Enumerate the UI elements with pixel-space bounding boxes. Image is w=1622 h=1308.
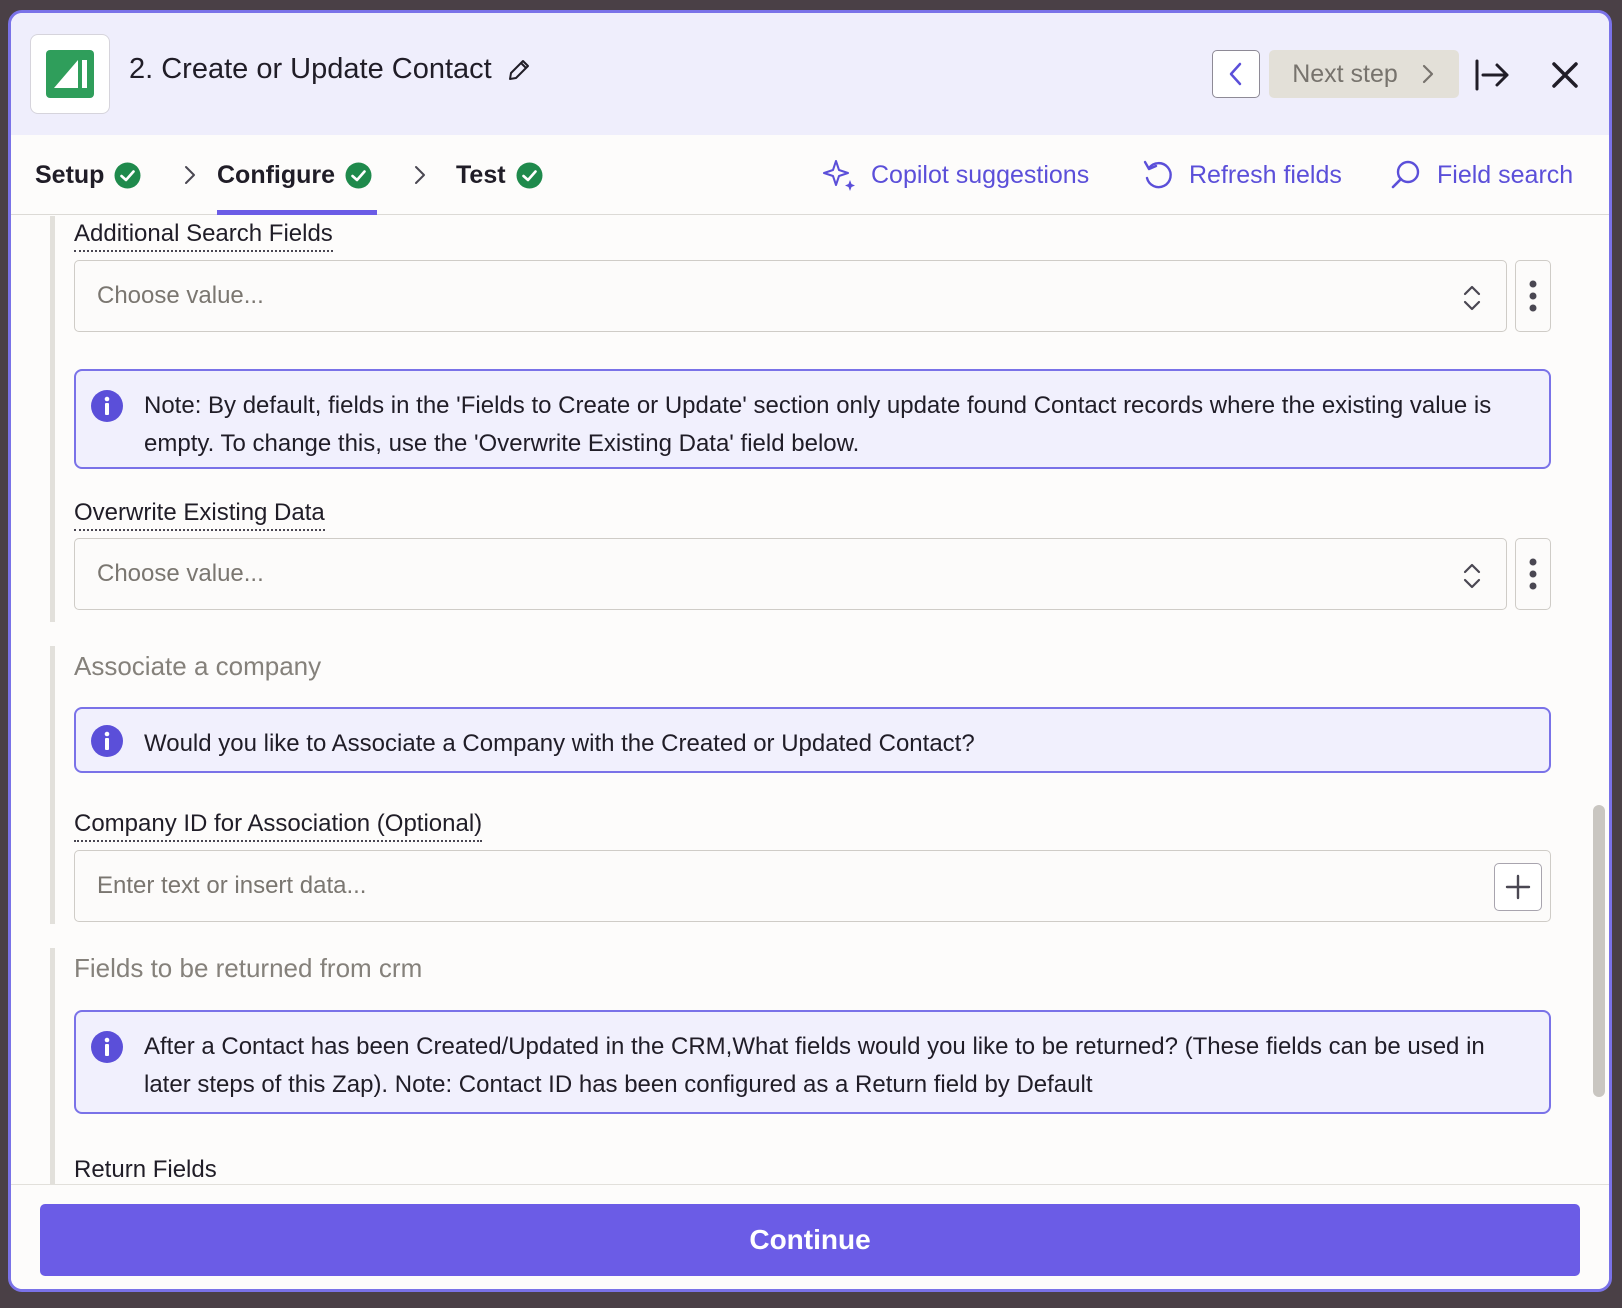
step-editor-panel: 2. Create or Update Contact Next step Se… [8,10,1612,1292]
check-circle-icon [345,162,372,188]
check-circle-icon [516,162,543,188]
overwrite-note-box: Note: By default, fields in the 'Fields … [74,369,1551,469]
step-title[interactable]: 2. Create or Update Contact [129,53,492,86]
insert-data-button[interactable] [1494,863,1542,911]
group-divider [50,948,55,1184]
search-icon [1391,160,1420,189]
tab-test[interactable]: Test [456,135,543,215]
scrollbar-thumb[interactable] [1593,805,1605,1097]
tab-setup[interactable]: Setup [35,135,141,215]
info-icon [91,1031,123,1063]
field-options-button[interactable] [1515,538,1551,610]
refresh-fields-button[interactable]: Refresh fields [1141,135,1342,215]
app-logo [30,34,110,114]
step-tabs: Setup Configure Test Copilot suggestions… [11,135,1609,215]
chevron-up-down-icon [1463,563,1481,589]
chevron-right-icon [185,166,195,184]
copilot-suggestions-button[interactable]: Copilot suggestions [823,135,1089,215]
form-content: Additional Search Fields Choose value...… [11,216,1609,1184]
continue-button[interactable]: Continue [40,1204,1580,1276]
app-logo-icon [46,50,94,98]
overwrite-existing-data-label: Overwrite Existing Data [74,499,325,531]
footer: Continue [11,1184,1609,1289]
associate-company-section-title: Associate a company [74,651,322,681]
step-header: 2. Create or Update Contact Next step [11,13,1609,135]
company-id-input[interactable]: Enter text or insert data... [74,850,1551,922]
copilot-label: Copilot suggestions [871,160,1090,189]
associate-company-note-text: Would you like to Associate a Company wi… [144,730,975,757]
field-options-button[interactable] [1515,260,1551,332]
title-area: 2. Create or Update Contact [129,53,532,86]
select-placeholder: Choose value... [97,560,264,587]
info-icon [91,390,123,422]
tab-label: Setup [35,160,105,189]
previous-step-button[interactable] [1212,50,1260,98]
collapse-panel-icon[interactable] [1473,58,1513,92]
input-placeholder: Enter text or insert data... [97,872,367,899]
info-icon [91,725,123,757]
returned-fields-note-box: After a Contact has been Created/Updated… [74,1010,1551,1114]
group-divider [50,216,55,622]
tab-configure[interactable]: Configure [217,135,377,215]
plus-icon [1505,874,1531,900]
overwrite-note-text: Note: By default, fields in the 'Fields … [144,392,1492,457]
kebab-menu-icon [1529,280,1537,312]
field-search-label: Field search [1437,160,1574,189]
company-id-label: Company ID for Association (Optional) [74,810,483,842]
return-fields-label: Return Fields [74,1156,217,1184]
kebab-menu-icon [1529,558,1537,590]
pencil-icon[interactable] [506,57,532,83]
check-circle-icon [114,162,141,188]
group-divider [50,646,55,924]
sparkle-icon [823,160,855,191]
next-step-label: Next step [1292,59,1398,88]
chevron-left-icon [1229,62,1242,86]
returned-fields-section-title: Fields to be returned from crm [74,953,423,983]
returned-fields-note-text: After a Contact has been Created/Updated… [144,1033,1485,1098]
next-step-button[interactable]: Next step [1269,50,1459,98]
chevron-right-icon [415,166,425,184]
chevron-up-down-icon [1463,285,1481,311]
chevron-right-icon [1422,64,1433,84]
associate-company-note-box: Would you like to Associate a Company wi… [74,707,1551,773]
refresh-icon [1143,160,1172,189]
close-icon[interactable] [1548,58,1582,92]
tab-label: Configure [217,160,336,189]
additional-search-fields-label: Additional Search Fields [74,220,333,252]
refresh-label: Refresh fields [1189,160,1342,189]
tab-label: Test [456,160,506,189]
select-placeholder: Choose value... [97,282,264,309]
field-search-button[interactable]: Field search [1389,135,1573,215]
additional-search-fields-select[interactable]: Choose value... [74,260,1507,332]
overwrite-existing-data-select[interactable]: Choose value... [74,538,1507,610]
